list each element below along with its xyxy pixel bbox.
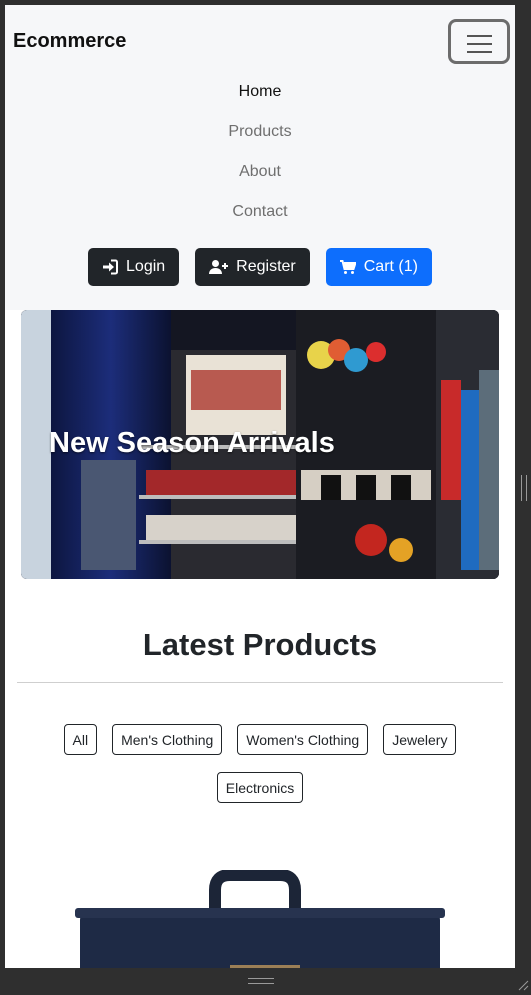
brand-logo[interactable]: Ecommerce [13,30,126,53]
nav-link-home[interactable]: Home [5,81,515,121]
navbar-toggler-button[interactable] [448,19,510,64]
filter-all-button[interactable]: All [63,724,98,755]
nav-links: Home Products About Contact [5,81,515,241]
login-label: Login [126,258,166,275]
login-button[interactable]: Login [88,248,180,286]
filter-womens-clothing-button[interactable]: Women's Clothing [237,724,369,755]
product-image[interactable] [75,870,445,968]
category-filters: All Men's Clothing Women's Clothing Jewe… [45,724,475,803]
hero-banner: New Season Arrivals [21,310,499,579]
shopping-cart-icon [339,259,356,275]
nav-link-contact[interactable]: Contact [5,201,515,241]
navbar: Ecommerce Home Products About Contact Lo… [5,5,515,310]
page-viewport: Ecommerce Home Products About Contact Lo… [5,5,515,968]
cart-label: Cart (1) [363,258,418,275]
filter-jewelery-button[interactable]: Jewelery [383,724,457,755]
hamburger-icon [467,35,492,53]
register-button[interactable]: Register [195,248,310,286]
sign-in-icon [102,259,119,275]
resize-handle-horizontal[interactable] [248,978,274,984]
filter-mens-clothing-button[interactable]: Men's Clothing [112,724,223,755]
cart-button[interactable]: Cart (1) [325,248,432,286]
device-frame-right [515,0,531,995]
resize-handle-vertical[interactable] [521,475,527,501]
nav-link-products[interactable]: Products [5,121,515,161]
section-divider [17,682,503,683]
section-title: Latest Products [142,627,378,662]
resize-corner-icon[interactable] [517,979,529,991]
hero-title: New Season Arrivals [49,427,335,459]
nav-buttons: Login Register Cart (1) [5,248,515,286]
device-frame-bottom [0,968,531,995]
register-label: Register [236,258,296,275]
nav-link-about[interactable]: About [5,161,515,201]
user-plus-icon [209,259,229,275]
filter-electronics-button[interactable]: Electronics [216,772,304,803]
